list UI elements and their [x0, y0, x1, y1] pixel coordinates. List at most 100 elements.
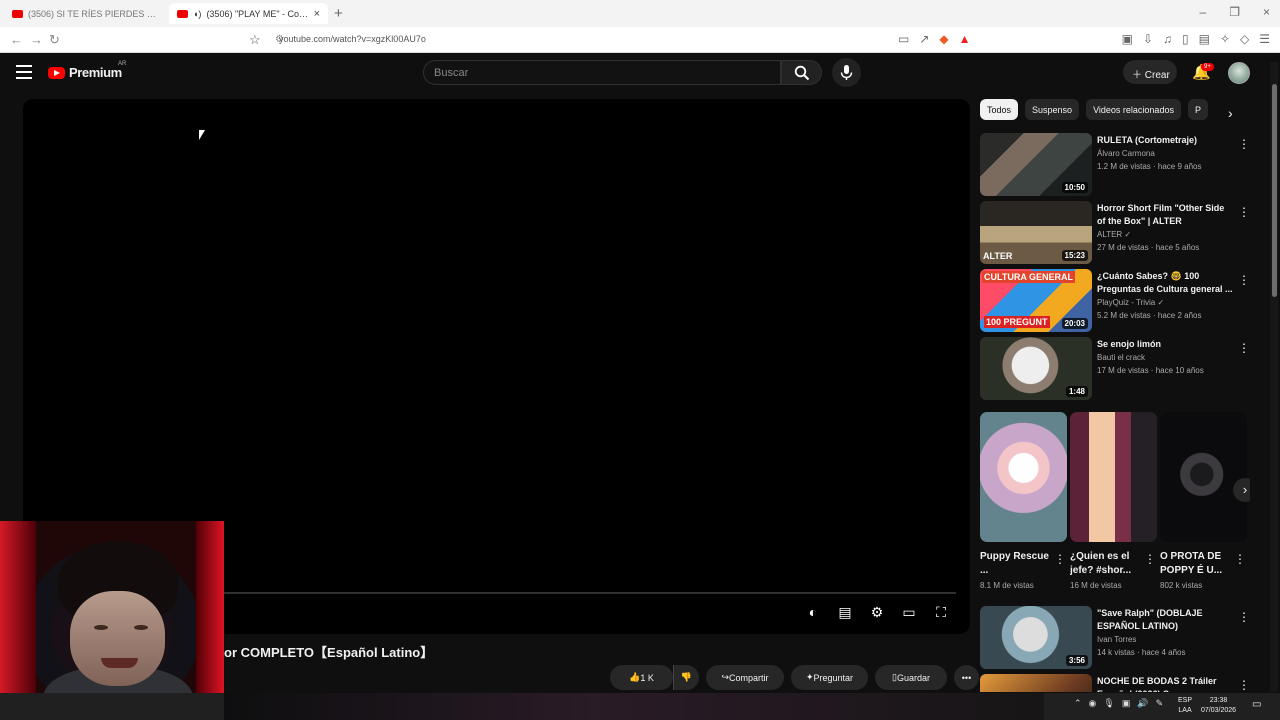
- channel-name[interactable]: ALTER ✓: [1097, 228, 1233, 241]
- reload-icon[interactable]: ↻: [49, 32, 60, 48]
- video-progress-bar[interactable]: [224, 592, 956, 594]
- video-title[interactable]: Se enojo limón: [1097, 338, 1233, 351]
- video-title[interactable]: NOCHE DE BODAS 2 Tráiler Español (2026) …: [1097, 675, 1233, 692]
- video-options-icon[interactable]: ⋮: [1238, 678, 1250, 692]
- rewards-icon[interactable]: ▲: [959, 32, 971, 46]
- search-button[interactable]: [781, 60, 822, 85]
- guide-menu-icon[interactable]: [16, 65, 32, 79]
- youtube-premium-logo[interactable]: Premium AR: [48, 61, 126, 80]
- short-title[interactable]: ¿Quien es el jefe? #shor...: [1070, 550, 1140, 578]
- minimize-icon[interactable]: –: [1200, 5, 1207, 19]
- url-field[interactable]: youtube.com/watch?v=xgzKl00AU7o: [279, 34, 426, 44]
- video-options-icon[interactable]: ⋮: [1238, 341, 1250, 355]
- video-title[interactable]: RULETA (Cortometraje): [1097, 134, 1233, 147]
- subtitles-icon[interactable]: ▤: [836, 603, 854, 621]
- leo-icon[interactable]: ✧: [1220, 32, 1230, 46]
- restore-icon[interactable]: ❐: [1229, 5, 1240, 19]
- video-thumbnail[interactable]: 3:56: [980, 606, 1092, 669]
- channel-name[interactable]: Bauti el crack: [1097, 351, 1233, 364]
- chip-todos[interactable]: Todos: [980, 99, 1019, 120]
- short-options-icon[interactable]: ⋮: [1144, 552, 1156, 566]
- language-indicator[interactable]: ESP LAA: [1178, 696, 1192, 716]
- recommended-video[interactable]: CULTURA GENERAL 100 PREGUNT 20:03 ¿Cuánto …: [980, 269, 1250, 334]
- channel-name[interactable]: Ivan Torres: [1097, 633, 1233, 646]
- short-thumbnail[interactable]: [1070, 412, 1157, 542]
- pen-icon[interactable]: ✎: [1156, 698, 1164, 709]
- video-options-icon[interactable]: ⋮: [1238, 137, 1250, 151]
- short-options-icon[interactable]: ⋮: [1234, 552, 1246, 566]
- volume-icon[interactable]: 🔊: [1137, 698, 1148, 709]
- video-options-icon[interactable]: ⋮: [1238, 273, 1250, 287]
- recommended-video[interactable]: 1:48 Se enojo limón Bauti el crack 17 M de…: [980, 337, 1250, 402]
- reader-icon[interactable]: ▯: [1182, 32, 1189, 46]
- autoplay-toggle-icon[interactable]: ◐: [804, 603, 822, 621]
- wallet-icon[interactable]: ▤: [1199, 32, 1210, 46]
- forward-icon[interactable]: →: [30, 32, 43, 47]
- menu-icon[interactable]: ☰: [1259, 32, 1270, 46]
- network-icon[interactable]: ▣: [1122, 698, 1131, 709]
- create-button[interactable]: ＋ Crear: [1123, 60, 1177, 84]
- video-thumbnail[interactable]: ALTER 15:23: [980, 201, 1092, 264]
- video-thumbnail[interactable]: CULTURA GENERAL 100 PREGUNT 20:03: [980, 269, 1092, 332]
- new-tab-button[interactable]: +: [334, 5, 343, 22]
- taskbar-clock[interactable]: 23:38 07/03/2026: [1201, 696, 1236, 716]
- recommended-video[interactable]: 3:56 "Save Ralph" (DOBLAJE ESPAÑOL LATIN…: [980, 606, 1250, 671]
- recommended-video[interactable]: 10:50 RULETA (Cortometraje) Álvaro Carmon…: [980, 133, 1250, 198]
- search-input[interactable]: Buscar: [423, 60, 781, 85]
- back-icon[interactable]: ←: [10, 32, 23, 47]
- page-scroll-thumb[interactable]: [1272, 84, 1277, 297]
- channel-name[interactable]: Álvaro Carmona: [1097, 147, 1233, 160]
- share-icon[interactable]: ↗: [919, 32, 929, 46]
- settings-gear-icon[interactable]: ⚙: [868, 603, 886, 621]
- bookmark-icon[interactable]: ☆: [249, 32, 261, 48]
- video-options-icon[interactable]: ⋮: [1238, 610, 1250, 624]
- channel-name[interactable]: PlayQuiz - Trivia ✓: [1097, 296, 1233, 309]
- short-title[interactable]: Puppy Rescue ...: [980, 550, 1050, 578]
- short-options-icon[interactable]: ⋮: [1054, 552, 1066, 566]
- more-actions-button[interactable]: •••: [954, 665, 979, 690]
- close-tab-icon[interactable]: ×: [314, 8, 320, 20]
- voice-search-button[interactable]: [832, 58, 861, 87]
- video-thumbnail[interactable]: [980, 674, 1092, 692]
- like-button[interactable]: 👍 1 K: [610, 665, 673, 690]
- downloads-icon[interactable]: ⇩: [1143, 32, 1153, 46]
- media-icon[interactable]: ♫: [1163, 32, 1172, 46]
- short-title[interactable]: O PROTA DE POPPY É U...: [1160, 550, 1230, 578]
- brave-shield-icon[interactable]: ◆: [939, 32, 948, 46]
- chips-next-icon[interactable]: ›: [1228, 105, 1233, 121]
- vpn-icon[interactable]: ◇: [1240, 32, 1249, 46]
- short-card[interactable]: ¿Quien es el jefe? #shor... 16 M de vista…: [1070, 412, 1157, 593]
- browser-tab-inactive[interactable]: (3506) SI TE RÍES PIERDES NIVEL DIOS: [4, 3, 166, 24]
- short-card[interactable]: O PROTA DE POPPY É U... 802 k vistas ⋮: [1160, 412, 1247, 593]
- video-title[interactable]: "Save Ralph" (DOBLAJE ESPAÑOL LATINO): [1097, 607, 1233, 633]
- video-options-icon[interactable]: ⋮: [1238, 205, 1250, 219]
- recommended-video[interactable]: NOCHE DE BODAS 2 Tráiler Español (2026) …: [980, 674, 1250, 692]
- notification-center-icon[interactable]: ▭: [1252, 699, 1261, 710]
- ask-button[interactable]: ✦ Preguntar: [791, 665, 868, 690]
- short-thumbnail[interactable]: [980, 412, 1067, 542]
- browser-tab-active[interactable]: ◖) (3506) "PLAY ME" - Cortometraje ×: [169, 3, 328, 24]
- dislike-button[interactable]: 👎: [673, 665, 699, 690]
- chevron-up-icon[interactable]: ⌃: [1074, 698, 1082, 709]
- short-thumbnail[interactable]: [1160, 412, 1247, 542]
- video-thumbnail[interactable]: 10:50: [980, 133, 1092, 196]
- cast-icon[interactable]: ▭: [898, 32, 909, 46]
- chip-partial[interactable]: P: [1187, 99, 1208, 120]
- mic-tray-icon[interactable]: 🎙: [1103, 698, 1114, 709]
- video-thumbnail[interactable]: 1:48: [980, 337, 1092, 400]
- sidebar-icon[interactable]: ▣: [1122, 32, 1133, 46]
- chip-suspenso[interactable]: Suspenso: [1025, 99, 1080, 120]
- fullscreen-icon[interactable]: ⛶: [932, 603, 950, 621]
- theater-mode-icon[interactable]: ▭: [900, 603, 918, 621]
- tray-app-icon[interactable]: ◉: [1089, 698, 1097, 709]
- recommended-video[interactable]: ALTER 15:23 Horror Short Film "Other Side…: [980, 201, 1250, 266]
- close-window-icon[interactable]: ×: [1263, 5, 1270, 19]
- share-button[interactable]: ↪ Compartir: [706, 665, 784, 690]
- short-card[interactable]: Puppy Rescue ... 8.1 M de vistas ⋮: [980, 412, 1067, 593]
- chip-related-videos[interactable]: Videos relacionados: [1086, 99, 1181, 120]
- video-title[interactable]: Horror Short Film "Other Side of the Box…: [1097, 202, 1233, 228]
- shorts-next-icon[interactable]: ›: [1233, 478, 1250, 502]
- video-title[interactable]: ¿Cuánto Sabes? 🤓 100 Preguntas de Cultur…: [1097, 270, 1233, 296]
- save-button[interactable]: ▯ Guardar: [875, 665, 947, 690]
- account-avatar[interactable]: [1228, 62, 1250, 84]
